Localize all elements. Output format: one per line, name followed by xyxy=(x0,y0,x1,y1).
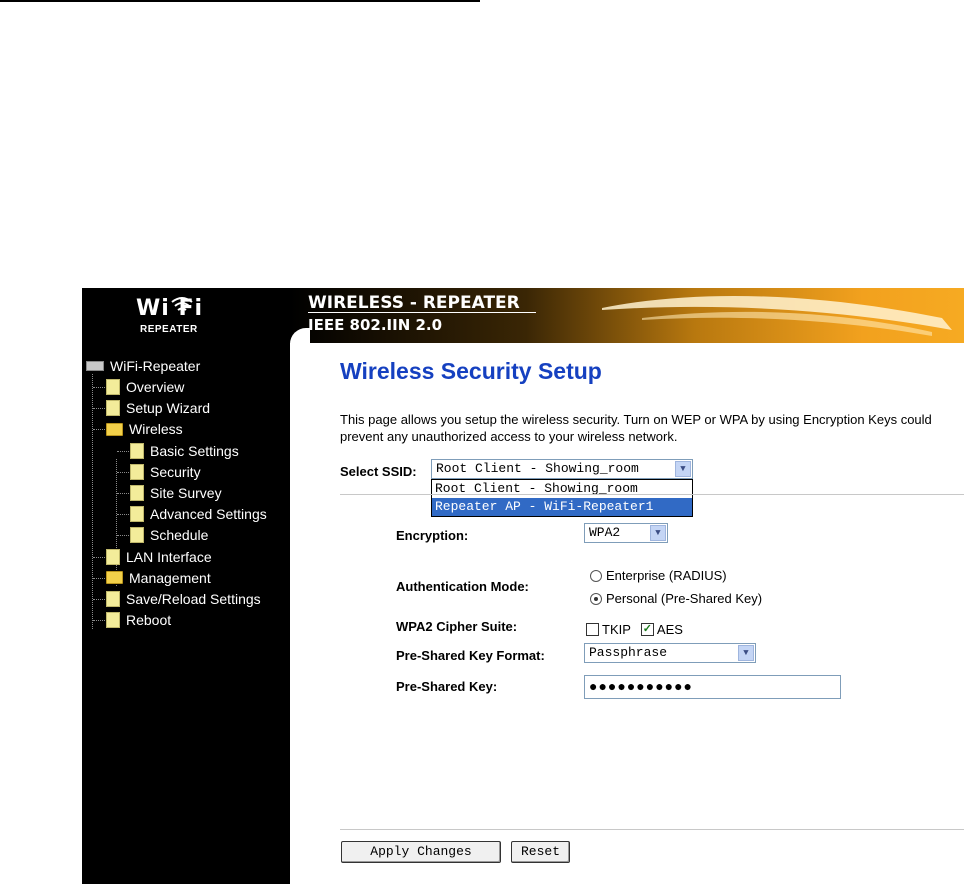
tree-connector xyxy=(93,577,105,579)
sidebar-item-label: Save/Reload Settings xyxy=(126,591,261,607)
document-icon xyxy=(106,400,120,417)
aes-checkbox[interactable]: ✓ xyxy=(640,623,654,636)
ssid-option-repeater-ap[interactable]: Repeater AP - WiFi-Repeater1 xyxy=(432,498,692,516)
psk-format-select-value: Passphrase xyxy=(589,645,668,660)
sidebar-item-setup-wizard[interactable]: Setup Wizard xyxy=(106,398,210,418)
sidebar-item-lan-interface[interactable]: LAN Interface xyxy=(106,547,212,567)
auth-enterprise-label: Enterprise (RADIUS) xyxy=(606,568,727,583)
auth-mode-label: Authentication Mode: xyxy=(396,579,529,594)
ssid-select[interactable]: Root Client - Showing_room ▼ xyxy=(431,459,693,479)
banner-title-underline xyxy=(308,312,536,313)
tree-connector xyxy=(93,408,105,410)
document-icon xyxy=(130,485,144,501)
document-icon xyxy=(106,591,120,607)
tree-connector xyxy=(117,535,129,537)
psk-label: Pre-Shared Key: xyxy=(396,679,498,694)
router-admin-window: Wi Fi REPEATER WIRELESS - REPEATER IEEE … xyxy=(82,288,964,884)
ssid-option-root-client[interactable]: Root Client - Showing_room xyxy=(432,480,692,498)
sidebar-item-basic-settings[interactable]: Basic Settings xyxy=(130,441,239,461)
tree-connector xyxy=(117,514,129,516)
tree-connector xyxy=(117,471,129,473)
network-device-icon xyxy=(86,361,104,371)
reset-button[interactable]: Reset xyxy=(511,841,570,863)
encryption-select-value: WPA2 xyxy=(589,525,621,540)
psk-format-select[interactable]: Passphrase ▼ xyxy=(584,643,756,663)
sidebar-item-site-survey[interactable]: Site Survey xyxy=(130,483,222,503)
banner-title: WIRELESS - REPEATER xyxy=(308,293,520,313)
open-folder-icon xyxy=(106,422,123,436)
chevron-down-icon[interactable]: ▼ xyxy=(738,645,754,661)
apply-changes-button[interactable]: Apply Changes xyxy=(341,841,501,863)
logo-subtext: REPEATER xyxy=(140,324,198,335)
tree-connector xyxy=(93,387,105,388)
document-icon xyxy=(130,527,144,544)
navigation-tree: WiFi-Repeater Overview Setup Wizard Wirele… xyxy=(82,343,290,884)
psk-format-label: Pre-Shared Key Format: xyxy=(396,648,545,663)
sidebar-item-label: Management xyxy=(129,569,211,586)
tree-connector xyxy=(93,620,105,622)
logo-text: Wi Fi xyxy=(136,296,204,321)
tree-connector xyxy=(93,429,105,431)
radio-enterprise[interactable] xyxy=(590,569,602,582)
wifi-repeater-logo: Wi Fi REPEATER xyxy=(82,288,290,343)
ssid-dropdown-list: Root Client - Showing_room Repeater AP -… xyxy=(431,479,693,517)
sidebar-item-schedule[interactable]: Schedule xyxy=(130,525,208,545)
sidebar-item-label: LAN Interface xyxy=(126,548,212,565)
tree-connector xyxy=(92,374,93,629)
radio-personal[interactable] xyxy=(590,592,602,605)
auth-personal-option[interactable]: Personal (Pre-Shared Key) xyxy=(590,591,762,606)
encryption-select[interactable]: WPA2 ▼ xyxy=(584,523,668,543)
sidebar-item-label: Reboot xyxy=(126,612,172,629)
sidebar-item-label: Setup Wizard xyxy=(126,400,211,417)
tree-connector xyxy=(93,599,105,600)
page-description: This page allows you setup the wireless … xyxy=(340,412,932,444)
header-banner: Wi Fi REPEATER WIRELESS - REPEATER IEEE … xyxy=(82,288,964,343)
chevron-down-icon[interactable]: ▼ xyxy=(650,525,666,541)
tree-root-label: WiFi-Repeater xyxy=(110,358,201,374)
tree-connector xyxy=(117,493,129,494)
aes-label: AES xyxy=(656,622,683,637)
sidebar-item-overview[interactable]: Overview xyxy=(106,377,184,397)
sidebar-item-label: Schedule xyxy=(150,527,209,544)
document-icon xyxy=(130,442,144,459)
psk-input[interactable]: ●●●●●●●●●●● xyxy=(584,675,841,699)
top-divider-line xyxy=(0,0,480,2)
tree-root[interactable]: WiFi-Repeater xyxy=(86,356,200,376)
tree-connector xyxy=(117,450,129,452)
tree-connector xyxy=(93,556,105,558)
sidebar-item-management[interactable]: Management xyxy=(106,568,211,588)
ssid-label: Select SSID: xyxy=(340,464,417,479)
sidebar-item-reboot[interactable]: Reboot xyxy=(106,610,171,630)
tkip-checkbox[interactable] xyxy=(586,623,599,636)
main-content: Wireless Security Setup This page allows… xyxy=(290,343,964,884)
sidebar-item-label: Security xyxy=(150,463,201,480)
tkip-label: TKIP xyxy=(602,622,631,637)
sidebar-item-label: Site Survey xyxy=(150,485,222,501)
sidebar-item-label: Basic Settings xyxy=(150,442,239,459)
sidebar-item-label: Overview xyxy=(126,379,185,395)
section-divider-bottom xyxy=(340,829,964,830)
document-icon xyxy=(130,463,144,480)
encryption-label: Encryption: xyxy=(396,528,469,543)
banner-subtitle: IEEE 802.IIN 2.0 xyxy=(308,316,443,334)
sidebar-item-label: Wireless xyxy=(129,421,183,438)
sidebar-item-label: Advanced Settings xyxy=(150,506,267,523)
sidebar-item-save-reload-settings[interactable]: Save/Reload Settings xyxy=(106,589,261,609)
cipher-tkip-option[interactable]: TKIP ✓ AES xyxy=(586,622,683,637)
section-divider-top xyxy=(340,494,964,495)
auth-enterprise-option[interactable]: Enterprise (RADIUS) xyxy=(590,568,727,583)
folder-icon xyxy=(106,571,123,585)
cipher-suite-label: WPA2 Cipher Suite: xyxy=(396,619,518,634)
page-title: Wireless Security Setup xyxy=(340,358,602,384)
document-icon xyxy=(106,612,120,629)
chevron-down-icon[interactable]: ▼ xyxy=(675,461,691,477)
document-icon xyxy=(106,379,120,395)
sidebar-item-security[interactable]: Security xyxy=(130,462,201,482)
auth-personal-label: Personal (Pre-Shared Key) xyxy=(606,591,763,606)
document-icon xyxy=(130,506,144,523)
sidebar-item-advanced-settings[interactable]: Advanced Settings xyxy=(130,504,267,524)
sidebar-item-wireless[interactable]: Wireless xyxy=(106,419,183,439)
ssid-select-value: Root Client - Showing_room xyxy=(436,461,639,476)
document-icon xyxy=(106,548,120,565)
